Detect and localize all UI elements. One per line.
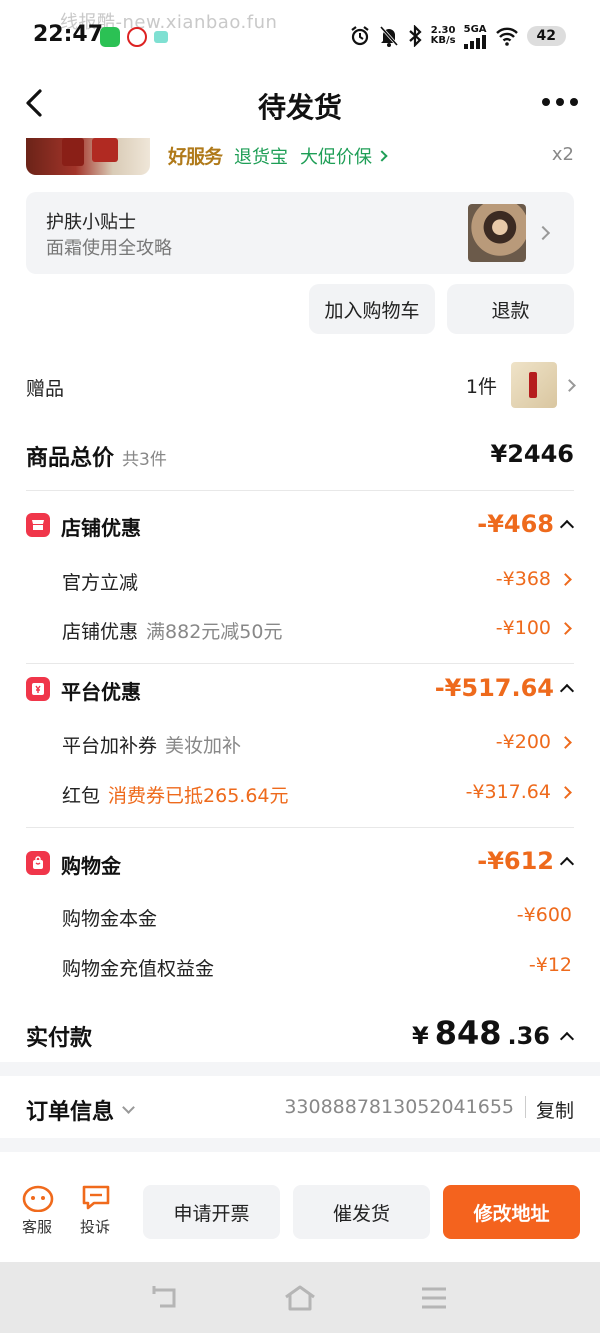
discount-item-value[interactable]: -¥368 bbox=[496, 568, 572, 590]
product-image[interactable] bbox=[26, 138, 150, 175]
discount-item-value: -¥600 bbox=[516, 904, 572, 926]
chevron-right-icon bbox=[535, 225, 551, 241]
order-info-label: 订单信息 bbox=[26, 1100, 115, 1125]
customer-service-icon[interactable] bbox=[22, 1184, 54, 1212]
tip-title: 护肤小贴士 bbox=[46, 212, 136, 233]
discount-item-label: 平台加补券 美妆加补 bbox=[62, 735, 242, 757]
platform-discount-total[interactable]: -¥517.64 bbox=[435, 674, 575, 702]
divider bbox=[525, 1096, 526, 1118]
nav-home-icon[interactable] bbox=[283, 1284, 317, 1312]
header: 待发货 bbox=[0, 72, 600, 134]
coupon-icon bbox=[26, 677, 50, 701]
complaint-icon[interactable] bbox=[80, 1184, 112, 1212]
divider bbox=[26, 827, 574, 828]
goods-total-count: 共3件 bbox=[122, 450, 167, 470]
paid-amount[interactable]: ¥848.36 bbox=[412, 1014, 575, 1052]
tip-subtitle: 面霜使用全攻略 bbox=[46, 238, 172, 259]
goods-total-value: ¥2446 bbox=[490, 440, 575, 468]
chevron-down-icon bbox=[122, 1100, 135, 1114]
nav-back-icon[interactable] bbox=[150, 1284, 182, 1312]
customer-service-label[interactable]: 客服 bbox=[22, 1216, 52, 1237]
message-icon bbox=[154, 31, 168, 43]
status-bar: 线报酷-new.xianbao.fun 22:47 2.30 KB/s 5GA 4… bbox=[0, 0, 600, 72]
service-item-price-protect: 大促价保 bbox=[300, 146, 373, 168]
discount-item-label: 红包 消费券已抵265.64元 bbox=[62, 785, 289, 807]
product-quantity: x2 bbox=[551, 144, 574, 165]
shop-icon bbox=[26, 513, 50, 537]
bluetooth-icon bbox=[408, 25, 422, 47]
urge-shipping-button[interactable]: 催发货 bbox=[293, 1185, 430, 1239]
app-notification-icon bbox=[127, 27, 147, 47]
chevron-up-icon bbox=[559, 519, 575, 535]
more-menu-icon[interactable] bbox=[542, 98, 578, 106]
chevron-right-icon bbox=[376, 149, 388, 162]
section-gap bbox=[0, 1138, 600, 1152]
complaint-label[interactable]: 投诉 bbox=[80, 1216, 110, 1237]
divider bbox=[26, 490, 574, 491]
apply-invoice-button[interactable]: 申请开票 bbox=[143, 1185, 280, 1239]
shopping-bag-icon bbox=[26, 851, 50, 875]
discount-item-value[interactable]: -¥317.64 bbox=[466, 781, 572, 803]
goods-total-label: 商品总价 bbox=[26, 446, 115, 471]
service-row[interactable]: 好服务 退货宝 大促价保 bbox=[168, 142, 388, 169]
gift-row[interactable]: 赠品 1件 bbox=[26, 362, 576, 410]
shop-discount-total[interactable]: -¥468 bbox=[477, 510, 575, 538]
chevron-right-icon bbox=[563, 378, 576, 392]
chevron-up-icon bbox=[559, 683, 575, 699]
service-brand: 好服务 bbox=[168, 146, 223, 168]
tip-thumbnail bbox=[468, 204, 526, 262]
alarm-icon bbox=[350, 26, 369, 46]
discount-item-label: 购物金充值权益金 bbox=[62, 958, 215, 980]
gift-label: 赠品 bbox=[26, 378, 65, 400]
goods-total-row: 商品总价 共3件 ¥2446 bbox=[26, 440, 574, 472]
discount-item-label: 官方立减 bbox=[62, 572, 139, 594]
network-speed: 2.30 KB/s bbox=[430, 25, 456, 46]
mute-bell-icon bbox=[379, 26, 398, 47]
page-title: 待发货 bbox=[257, 91, 342, 124]
platform-discount-title: 平台优惠 bbox=[61, 680, 141, 704]
add-to-cart-button[interactable]: 加入购物车 bbox=[309, 284, 435, 334]
wechat-icon bbox=[100, 27, 120, 47]
shop-discount-title: 店铺优惠 bbox=[61, 516, 141, 540]
copy-button[interactable]: 复制 bbox=[536, 1096, 574, 1123]
chevron-right-icon bbox=[559, 572, 572, 586]
system-navigation-bar bbox=[0, 1262, 600, 1333]
chevron-right-icon bbox=[559, 735, 572, 749]
signal-indicator: 5GA bbox=[464, 24, 487, 49]
modify-address-button[interactable]: 修改地址 bbox=[443, 1185, 580, 1239]
gift-count: 1件 bbox=[465, 375, 497, 398]
section-gap bbox=[0, 1062, 600, 1076]
divider bbox=[26, 663, 574, 664]
chevron-right-icon bbox=[559, 621, 572, 635]
wifi-icon bbox=[495, 27, 518, 46]
discount-item-label: 购物金本金 bbox=[62, 908, 158, 930]
shopping-gold-title: 购物金 bbox=[61, 854, 121, 878]
discount-item-value: -¥12 bbox=[528, 954, 572, 976]
signal-bars-icon bbox=[464, 34, 487, 49]
refund-button[interactable]: 退款 bbox=[447, 284, 574, 334]
nav-menu-icon[interactable] bbox=[420, 1286, 448, 1310]
chevron-up-icon bbox=[559, 856, 575, 872]
discount-item-label: 店铺优惠 满882元减50元 bbox=[62, 621, 283, 643]
chevron-right-icon bbox=[559, 785, 572, 799]
paid-label: 实付款 bbox=[26, 1026, 93, 1051]
battery-level: 42 bbox=[526, 26, 566, 46]
discount-item-value[interactable]: -¥100 bbox=[496, 617, 572, 639]
order-number: 3308887813052041655 bbox=[284, 1096, 514, 1118]
order-info-toggle[interactable]: 订单信息 bbox=[26, 1094, 135, 1126]
shopping-gold-total[interactable]: -¥612 bbox=[477, 847, 575, 875]
chevron-up-icon bbox=[559, 1031, 575, 1047]
discount-item-value[interactable]: -¥200 bbox=[496, 731, 572, 753]
skincare-tip-card[interactable]: 护肤小贴士 面霜使用全攻略 bbox=[26, 192, 574, 274]
gift-thumbnail bbox=[511, 362, 557, 408]
service-item-return: 退货宝 bbox=[234, 146, 289, 168]
status-time: 22:47 bbox=[33, 22, 104, 47]
